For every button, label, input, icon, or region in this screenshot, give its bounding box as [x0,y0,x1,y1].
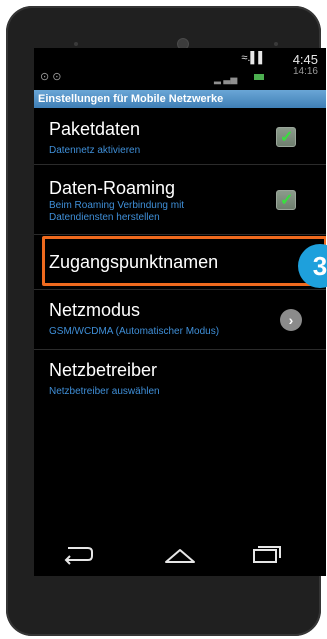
status-time: 4:45 [292,52,318,67]
setting-title: Daten-Roaming [49,178,176,198]
home-icon[interactable] [160,540,200,568]
divider [34,349,326,350]
recent-apps-icon[interactable] [246,540,286,568]
setting-netzmodus[interactable]: Netzmodus GSM/WCDMA (Automatischer Modus… [34,292,326,348]
setting-title: Paketdaten [49,119,141,139]
checkmark-icon: ✓ [280,192,294,209]
phone-screen: ≈.▌▌ 4:45 ⊙ ⊙ ▂ ▃▅ 14:16 Einstellungen f… [34,48,326,576]
status-time-underlay: 14:16 [292,66,318,77]
daten-roaming-checkbox[interactable]: ✓ [276,190,296,210]
ghost-battery-icon [254,74,264,80]
phone-sensor-dot [274,42,278,46]
setting-daten-roaming[interactable]: Daten-Roaming Beim Roaming Verbindung mi… [34,166,326,232]
phone-sensor-dot [74,42,78,46]
ghost-notification-icons: ⊙ ⊙ [40,71,62,83]
signal-battery-icon: ≈.▌▌ [241,52,266,64]
settings-title-bar: Einstellungen für Mobile Netzwerke [34,90,326,108]
setting-subtitle: GSM/WCDMA (Automatischer Modus) [49,326,220,337]
divider [34,289,326,290]
setting-netzbetreiber[interactable]: Netzbetreiber Netzbetreiber auswählen [34,352,326,402]
divider [34,234,326,235]
ghost-signal-icon: ▂ ▃▅ [214,74,238,84]
back-icon[interactable] [58,540,98,568]
checkmark-icon: ✓ [280,129,294,146]
setting-subtitle: Datennetz aktivieren [49,145,141,156]
paketdaten-checkbox[interactable]: ✓ [276,127,296,147]
highlight-frame [42,236,326,286]
setting-paketdaten[interactable]: Paketdaten Datennetz aktivieren ✓ [34,110,326,162]
divider [34,164,326,165]
navigation-bar [34,534,326,574]
chevron-right-icon[interactable]: › [280,309,302,331]
setting-title: Netzmodus [49,300,141,320]
setting-title: Netzbetreiber [49,360,158,380]
setting-subtitle: Netzbetreiber auswählen [49,386,160,397]
setting-subtitle: Beim Roaming Verbindung mit Datendienste… [49,200,185,223]
status-bar: ≈.▌▌ 4:45 ⊙ ⊙ ▂ ▃▅ 14:16 [34,48,326,88]
